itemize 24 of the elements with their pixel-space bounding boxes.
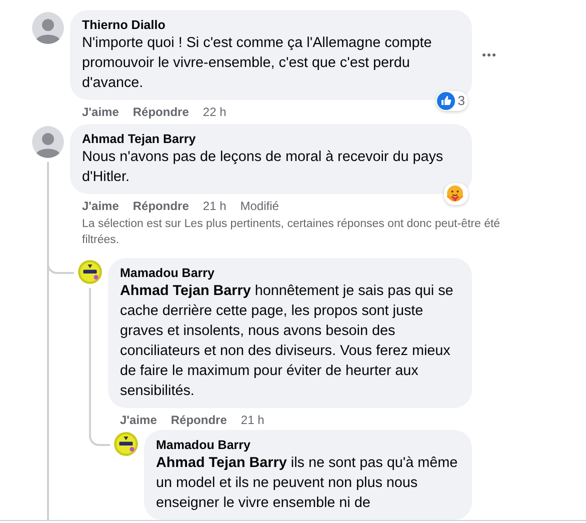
author-name[interactable]: Mamadou Barry — [120, 265, 460, 281]
author-name[interactable]: Ahmad Tejan Barry — [82, 131, 460, 147]
filter-notice: La sélection est sur Les plus pertinents, certaines réponses ont donc peut-être été filtrées. — [81, 217, 502, 248]
more-options-icon[interactable] — [482, 53, 496, 57]
author-name[interactable]: Mamadou Barry — [156, 437, 460, 453]
reply-link[interactable]: Répondre — [170, 412, 227, 426]
comment-text: N'importe quoi ! Si c'est comme ça l'Allemagne compte promouvoir le vivre-ensemble, c'est que c'est perdu d'avance. — [82, 34, 433, 93]
timestamp[interactable]: 21 h — [240, 412, 264, 426]
avatar[interactable] — [114, 432, 138, 456]
comment-text: Ahmad Tejan Barry honnêtement je sais pas qui se cache derrière cette page, les propos sont juste graves et insolents, nous avons besoin des conciliateurs et non des diviseurs. Vous ferez mieux de faire le maximum pour éviter de heurter aux sensibilités. — [120, 282, 454, 401]
reaction-count: 3 — [458, 92, 465, 110]
timestamp[interactable]: 21 h — [202, 198, 226, 212]
reply-link[interactable]: Répondre — [132, 104, 189, 118]
edited-label[interactable]: Modifié — [240, 198, 279, 212]
like-link[interactable]: J'aime — [82, 104, 119, 118]
like-link[interactable]: J'aime — [120, 412, 157, 426]
reply-link[interactable]: Répondre — [132, 198, 189, 212]
comment-text: Ahmad Tejan Barry ils ne sont pas qu'à même un model et ils ne peuvent non plus nous enseigner le vivre ensemble ni de — [156, 454, 459, 513]
like-link[interactable]: J'aime — [82, 198, 119, 212]
comment-text: Nous n'avons pas de leçons de moral à recevoir du pays d'Hitler. — [82, 148, 444, 187]
reactions-badge[interactable]: 3 — [436, 91, 468, 111]
avatar[interactable] — [78, 260, 102, 284]
author-name[interactable]: Thierno Diallo — [82, 17, 460, 33]
timestamp[interactable]: 22 h — [202, 104, 226, 118]
